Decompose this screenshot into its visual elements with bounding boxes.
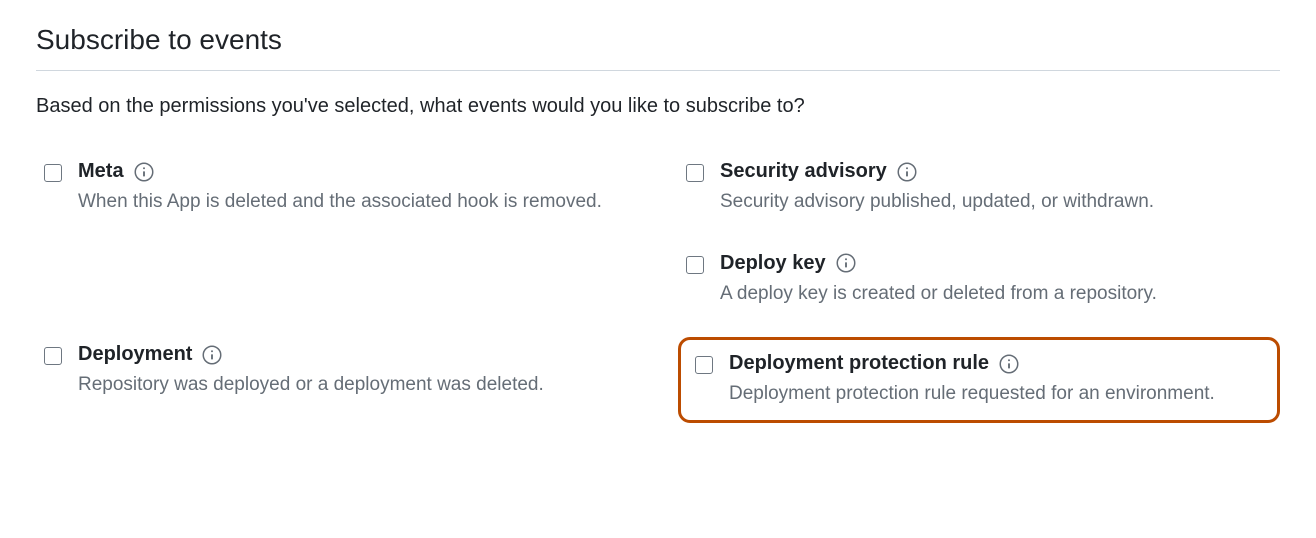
info-icon[interactable]	[999, 354, 1019, 374]
event-description-deploy-key: A deploy key is created or deleted from …	[720, 281, 1272, 308]
checkbox-meta[interactable]	[44, 164, 62, 182]
event-header: Deployment	[78, 343, 630, 366]
info-icon[interactable]	[134, 162, 154, 182]
checkbox-deployment[interactable]	[44, 347, 62, 365]
event-item-deployment: Deployment Repository was deployed or a …	[36, 337, 638, 423]
event-description-security-advisory: Security advisory published, updated, or…	[720, 189, 1272, 216]
event-description-meta: When this App is deleted and the associa…	[78, 189, 630, 216]
event-item-deploy-key: Deploy key A deploy key is created or de…	[678, 246, 1280, 314]
event-item-security-advisory: Security advisory Security advisory publ…	[678, 154, 1280, 222]
event-description-deployment-protection-rule: Deployment protection rule requested for…	[729, 381, 1263, 408]
info-icon[interactable]	[202, 345, 222, 365]
event-header: Security advisory	[720, 160, 1272, 183]
event-description-deployment: Repository was deployed or a deployment …	[78, 372, 630, 399]
event-header: Meta	[78, 160, 630, 183]
checkbox-deployment-protection-rule[interactable]	[695, 356, 713, 374]
event-title-meta: Meta	[78, 160, 124, 183]
event-header: Deploy key	[720, 252, 1272, 275]
event-title-deployment: Deployment	[78, 343, 192, 366]
event-item-deployment-protection-rule: Deployment protection rule Deployment pr…	[678, 337, 1280, 423]
event-item-meta: Meta When this App is deleted and the as…	[36, 154, 638, 222]
event-content: Deployment Repository was deployed or a …	[78, 343, 630, 399]
event-title-deployment-protection-rule: Deployment protection rule	[729, 352, 989, 375]
events-grid: Meta When this App is deleted and the as…	[36, 154, 1280, 423]
info-icon[interactable]	[836, 253, 856, 273]
event-content: Deploy key A deploy key is created or de…	[720, 252, 1272, 308]
event-content: Deployment protection rule Deployment pr…	[729, 352, 1263, 408]
event-content: Meta When this App is deleted and the as…	[78, 160, 630, 216]
section-title: Subscribe to events	[36, 24, 1280, 71]
event-content: Security advisory Security advisory publ…	[720, 160, 1272, 216]
section-description: Based on the permissions you've selected…	[36, 95, 1280, 118]
event-title-deploy-key: Deploy key	[720, 252, 826, 275]
checkbox-deploy-key[interactable]	[686, 256, 704, 274]
event-title-security-advisory: Security advisory	[720, 160, 887, 183]
event-header: Deployment protection rule	[729, 352, 1263, 375]
info-icon[interactable]	[897, 162, 917, 182]
checkbox-security-advisory[interactable]	[686, 164, 704, 182]
